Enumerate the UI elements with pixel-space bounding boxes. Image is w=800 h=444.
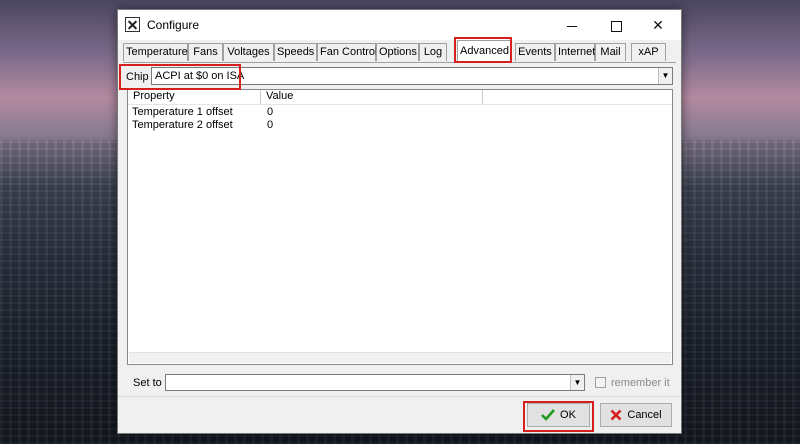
tab-internet[interactable]: Internet (555, 43, 595, 61)
tab-events[interactable]: Events (515, 43, 555, 61)
chevron-down-icon[interactable]: ▼ (658, 68, 672, 84)
cancel-label: Cancel (627, 409, 662, 421)
column-header-property[interactable]: Property (128, 90, 261, 104)
tab-fan-control[interactable]: Fan Control (317, 43, 377, 61)
tab-speeds[interactable]: Speeds (274, 43, 317, 61)
minimize-button[interactable] (551, 10, 593, 40)
tab-voltages[interactable]: Voltages (223, 43, 274, 61)
list-header: Property Value (128, 90, 672, 105)
remember-label: remember it (611, 377, 670, 389)
chip-label: Chip (126, 71, 149, 83)
title-bar: Configure ✕ (118, 10, 681, 40)
chip-value: ACPI at $0 on ISA (155, 70, 245, 82)
window-title: Configure (147, 18, 200, 32)
row-value: 0 (267, 106, 274, 118)
minimize-icon (567, 25, 577, 27)
checkmark-icon (541, 409, 556, 421)
cancel-button[interactable]: Cancel (600, 403, 672, 427)
close-icon: ✕ (652, 17, 664, 33)
set-to-label: Set to (133, 377, 162, 389)
column-header-value[interactable]: Value (261, 90, 483, 104)
tab-log[interactable]: Log (419, 43, 447, 61)
tab-fans[interactable]: Fans (188, 43, 223, 61)
x-icon (610, 409, 622, 421)
tab-options[interactable]: Options (376, 43, 419, 61)
row-property: Temperature 1 offset (132, 106, 233, 118)
remember-checkbox[interactable] (595, 377, 606, 388)
row-value: 0 (267, 119, 274, 131)
row-property: Temperature 2 offset (132, 119, 233, 131)
ok-label: OK (560, 409, 576, 421)
app-icon (125, 17, 140, 32)
button-bar: OK Cancel (118, 396, 681, 433)
tab-mail[interactable]: Mail (595, 43, 626, 61)
set-to-select[interactable]: ▼ (165, 374, 585, 391)
tab-advanced[interactable]: Advanced (457, 40, 512, 62)
chevron-down-icon[interactable]: ▼ (570, 375, 584, 390)
chip-row: Chip ACPI at $0 on ISA ▼ (123, 67, 673, 87)
set-to-row: Set to ▼ remember it (127, 371, 673, 393)
tab-strip: Temperatures Fans Voltages Speeds Fan Co… (123, 40, 676, 63)
tab-xap[interactable]: xAP (631, 43, 666, 61)
chip-select[interactable]: ACPI at $0 on ISA ▼ (151, 67, 673, 85)
property-list[interactable]: Property Value Temperature 1 offset 0 Te… (127, 89, 673, 365)
configure-dialog: Configure ✕ Temperatures Fans Voltages S… (117, 9, 682, 434)
maximize-button[interactable] (595, 10, 637, 40)
ok-button[interactable]: OK (527, 403, 590, 427)
horizontal-scrollbar[interactable] (129, 352, 671, 363)
maximize-icon (610, 20, 622, 32)
close-button[interactable]: ✕ (637, 10, 679, 40)
tab-temperatures[interactable]: Temperatures (123, 43, 193, 61)
